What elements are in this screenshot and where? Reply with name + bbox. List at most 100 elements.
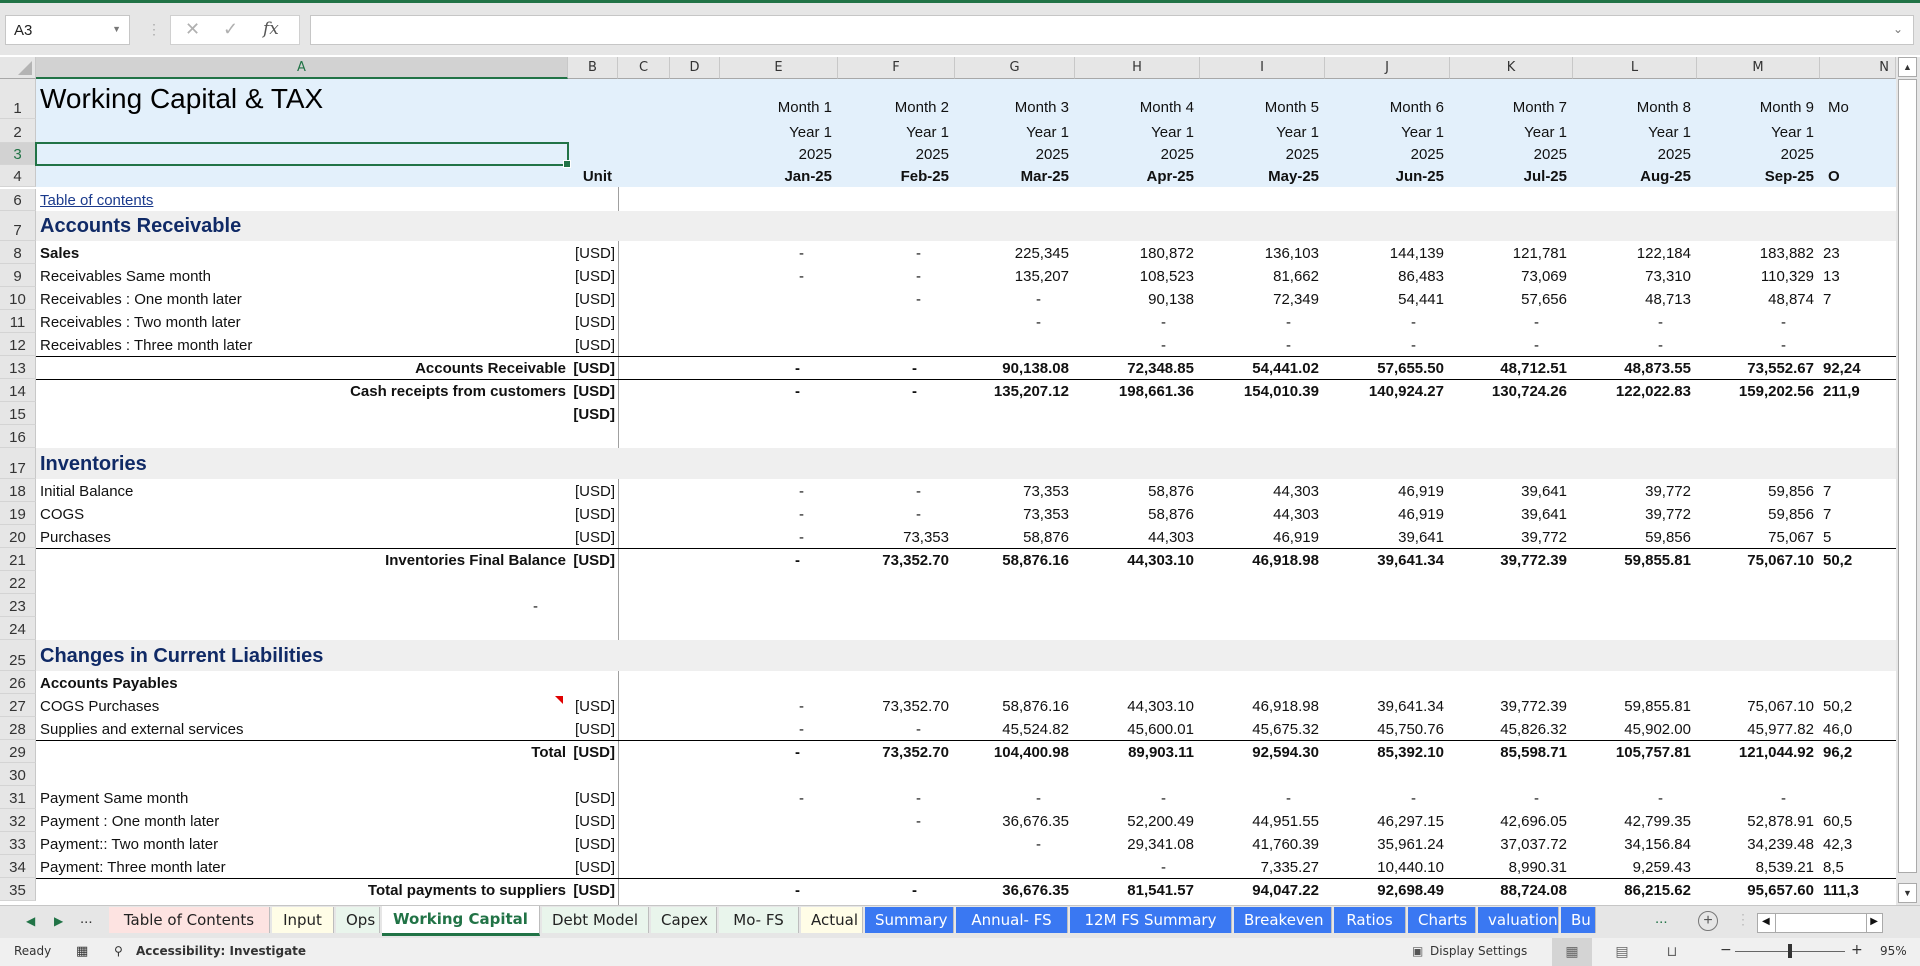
page-layout-view-icon[interactable]: ▤ — [1602, 938, 1642, 966]
tab-next-icon[interactable]: ▶ — [54, 914, 63, 928]
value-cell[interactable]: - — [838, 264, 955, 287]
value-cell[interactable]: - — [838, 380, 955, 402]
value-cell[interactable]: 7 — [1820, 287, 1896, 310]
value-cell[interactable] — [720, 425, 838, 448]
row-header-1[interactable]: 1 — [0, 79, 36, 119]
value-cell[interactable]: 60,5 — [1820, 809, 1896, 832]
month-header-month[interactable]: Month 7 — [1450, 79, 1573, 119]
value-cell[interactable]: - — [838, 786, 955, 809]
value-cell[interactable] — [838, 832, 955, 855]
column-header-c[interactable]: C — [618, 57, 670, 79]
sheet-tab-bu[interactable]: Bu — [1561, 907, 1596, 933]
value-cell[interactable]: 44,951.55 — [1200, 809, 1325, 832]
value-cell[interactable] — [838, 671, 955, 694]
month-header-date[interactable]: Aug-25 — [1573, 165, 1697, 187]
sheet-tab-valuation[interactable]: valuation — [1478, 907, 1559, 933]
value-cell[interactable]: - — [720, 879, 838, 901]
value-cell[interactable]: - — [1450, 786, 1573, 809]
value-cell[interactable] — [1200, 617, 1325, 640]
value-cell[interactable]: 50,2 — [1820, 549, 1896, 571]
row-header-12[interactable]: 12 — [0, 333, 36, 356]
row-header-31[interactable]: 31 — [0, 786, 36, 809]
value-cell[interactable] — [720, 571, 838, 594]
sheet-tab-breakeven[interactable]: Breakeven — [1234, 907, 1332, 933]
value-cell[interactable]: 58,876.16 — [955, 549, 1075, 571]
value-cell[interactable]: - — [1325, 333, 1450, 356]
value-cell[interactable] — [1200, 671, 1325, 694]
value-cell[interactable] — [1697, 402, 1820, 425]
value-cell[interactable] — [1075, 763, 1200, 786]
value-cell[interactable] — [720, 594, 838, 617]
value-cell[interactable] — [1820, 571, 1896, 594]
value-cell[interactable] — [1820, 671, 1896, 694]
value-cell[interactable]: 52,878.91 — [1697, 809, 1820, 832]
value-cell[interactable]: - — [955, 310, 1075, 333]
value-cell[interactable]: - — [955, 287, 1075, 310]
row-header-14[interactable]: 14 — [0, 379, 36, 402]
value-cell[interactable] — [1697, 671, 1820, 694]
month-header-year[interactable]: Year 1 — [1200, 119, 1325, 143]
vertical-scrollbar[interactable]: ▲ ▼ — [1896, 57, 1920, 905]
value-cell[interactable] — [720, 763, 838, 786]
macro-record-icon[interactable]: ▦ — [76, 944, 88, 959]
month-header-month[interactable]: Month 5 — [1200, 79, 1325, 119]
sheet-tab-annual-fs[interactable]: Annual- FS — [956, 907, 1068, 933]
value-cell[interactable] — [1450, 402, 1573, 425]
value-cell[interactable]: - — [1450, 333, 1573, 356]
value-cell[interactable]: 111,3 — [1820, 879, 1896, 901]
month-header-date[interactable]: Jan-25 — [720, 165, 838, 187]
value-cell[interactable]: 39,641 — [1450, 502, 1573, 525]
value-cell[interactable]: 90,138 — [1075, 287, 1200, 310]
month-header-yyyy[interactable] — [1820, 143, 1896, 165]
row-header-19[interactable]: 19 — [0, 502, 36, 525]
value-cell[interactable]: 42,3 — [1820, 832, 1896, 855]
value-cell[interactable]: 72,349 — [1200, 287, 1325, 310]
month-header-year[interactable]: Year 1 — [1075, 119, 1200, 143]
value-cell[interactable]: 8,990.31 — [1450, 855, 1573, 878]
value-cell[interactable]: 46,0 — [1820, 717, 1896, 740]
sheet-tab-capex[interactable]: Capex — [651, 907, 717, 933]
accessibility-status[interactable]: Accessibility: Investigate — [136, 944, 306, 958]
value-cell[interactable]: 42,696.05 — [1450, 809, 1573, 832]
row-header-21[interactable]: 21 — [0, 548, 36, 571]
row-header-13[interactable]: 13 — [0, 356, 36, 379]
month-header-yyyy[interactable]: 2025 — [1573, 143, 1697, 165]
value-cell[interactable] — [1075, 571, 1200, 594]
value-cell[interactable]: - — [720, 241, 838, 264]
value-cell[interactable]: 81,662 — [1200, 264, 1325, 287]
horizontal-scrollbar[interactable]: ◀ ▶ — [1757, 913, 1883, 933]
sheet-tab-debt-model[interactable]: Debt Model — [542, 907, 649, 933]
value-cell[interactable] — [955, 855, 1075, 878]
month-header-yyyy[interactable]: 2025 — [1325, 143, 1450, 165]
column-header-n[interactable]: N — [1820, 57, 1896, 79]
value-cell[interactable] — [955, 594, 1075, 617]
value-cell[interactable]: - — [1075, 786, 1200, 809]
zoom-level[interactable]: 95% — [1880, 944, 1907, 958]
sheet-tab-ops[interactable]: Ops — [336, 907, 380, 933]
month-header-year[interactable]: Year 1 — [720, 119, 838, 143]
value-cell[interactable] — [1820, 425, 1896, 448]
value-cell[interactable] — [838, 310, 955, 333]
value-cell[interactable]: 108,523 — [1075, 264, 1200, 287]
value-cell[interactable] — [1075, 402, 1200, 425]
value-cell[interactable]: 59,856 — [1697, 479, 1820, 502]
value-cell[interactable]: 130,724.26 — [1450, 380, 1573, 402]
value-cell[interactable]: 95,657.60 — [1697, 879, 1820, 901]
row-header-23[interactable]: 23 — [0, 594, 36, 617]
scroll-thumb[interactable] — [1898, 79, 1917, 873]
value-cell[interactable]: 42,799.35 — [1573, 809, 1697, 832]
value-cell[interactable]: 44,303 — [1075, 525, 1200, 548]
chevron-down-icon[interactable]: ▼ — [112, 24, 121, 34]
value-cell[interactable]: - — [1573, 310, 1697, 333]
row-header-10[interactable]: 10 — [0, 287, 36, 310]
value-cell[interactable] — [955, 617, 1075, 640]
value-cell[interactable] — [1697, 425, 1820, 448]
month-header-date[interactable]: Sep-25 — [1697, 165, 1820, 187]
month-header-month[interactable]: Mo — [1820, 79, 1896, 119]
value-cell[interactable]: 39,772.39 — [1450, 694, 1573, 717]
month-header-yyyy[interactable]: 2025 — [1200, 143, 1325, 165]
page-break-preview-icon[interactable]: ⊔ — [1652, 938, 1692, 966]
insert-function-icon[interactable]: fx — [263, 19, 279, 39]
column-header-m[interactable]: M — [1697, 57, 1820, 79]
value-cell[interactable]: - — [1200, 310, 1325, 333]
